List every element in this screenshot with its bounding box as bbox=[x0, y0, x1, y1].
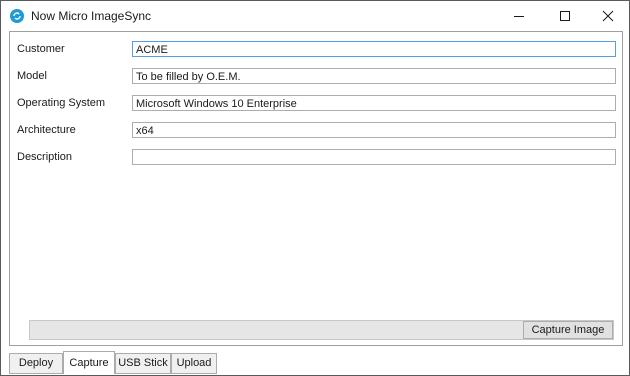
close-icon bbox=[602, 10, 614, 22]
close-button[interactable] bbox=[585, 1, 630, 31]
description-field[interactable] bbox=[132, 149, 616, 165]
model-field[interactable]: To be filled by O.E.M. bbox=[132, 68, 616, 84]
operating-system-label: Operating System bbox=[17, 97, 106, 109]
maximize-button[interactable] bbox=[542, 1, 588, 31]
imagesync-logo-icon bbox=[10, 9, 24, 23]
description-label: Description bbox=[17, 151, 73, 163]
tab-deploy[interactable]: Deploy bbox=[9, 353, 63, 374]
tab-capture[interactable]: Capture bbox=[63, 351, 115, 374]
minimize-button[interactable] bbox=[496, 1, 542, 31]
customer-field[interactable]: ACME bbox=[132, 41, 616, 57]
app-window: Now Micro ImageSync Customer ACME Model … bbox=[0, 0, 630, 376]
customer-label: Customer bbox=[17, 43, 65, 55]
model-label: Model bbox=[17, 70, 47, 82]
capture-image-button[interactable]: Capture Image bbox=[523, 321, 613, 339]
window-title: Now Micro ImageSync bbox=[31, 9, 152, 23]
title-bar[interactable]: Now Micro ImageSync bbox=[1, 1, 629, 31]
architecture-field[interactable]: x64 bbox=[132, 122, 616, 138]
operating-system-field[interactable]: Microsoft Windows 10 Enterprise bbox=[132, 95, 616, 111]
architecture-label: Architecture bbox=[17, 124, 76, 136]
maximize-icon bbox=[560, 11, 570, 21]
tab-upload[interactable]: Upload bbox=[171, 353, 217, 374]
tab-usb-stick[interactable]: USB Stick bbox=[115, 353, 171, 374]
minimize-icon bbox=[514, 16, 524, 17]
